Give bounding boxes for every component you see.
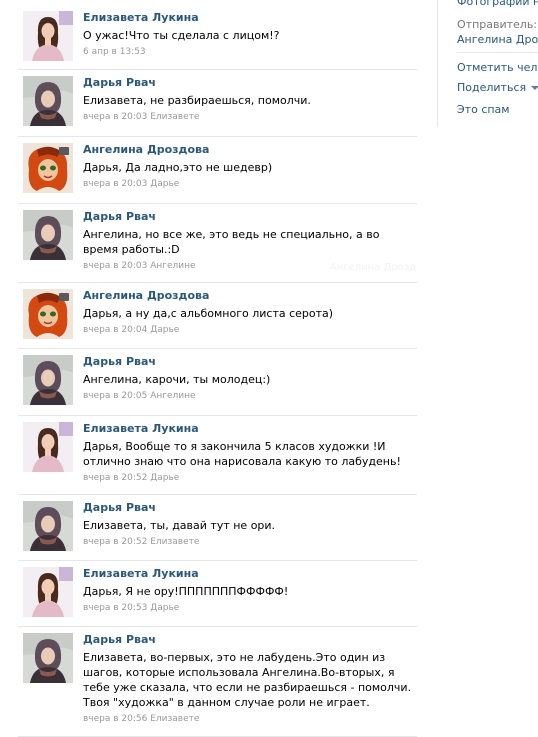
comment-timestamp[interactable]: вчера в 20:05 Ангелине	[83, 390, 413, 402]
share-label: Поделиться	[457, 81, 527, 94]
photos-link[interactable]: Фотографии на	[457, 0, 538, 8]
sidebar-divider	[457, 52, 538, 53]
comment-timestamp[interactable]: вчера в 20:03 Дарье	[83, 178, 413, 190]
comment-timestamp[interactable]: вчера в 20:52 Елизавете	[83, 536, 413, 548]
comment-author-link[interactable]: Дарья Рвач	[83, 76, 413, 90]
comment-item: Дарья Рвач Ангелина, карочи, ты молодец:…	[18, 349, 417, 416]
comment-timestamp[interactable]: вчера в 20:56 Елизавете	[83, 713, 413, 725]
comment-author-link[interactable]: Дарья Рвач	[83, 633, 413, 647]
comment-text: Елизавета, не разбираешься, помолчи.	[83, 94, 311, 107]
comment-item: Дарья Рвач Елизавета, ты, давай тут не о…	[18, 495, 417, 561]
avatar[interactable]	[23, 422, 73, 472]
avatar[interactable]	[23, 210, 73, 260]
comment-timestamp[interactable]: 6 апр в 13:53	[83, 46, 413, 58]
sender-link[interactable]: Ангелина Дрозд	[457, 33, 538, 46]
comment-item: Елизавета Лукина О ужас!Что ты сделала с…	[18, 5, 417, 70]
share-dropdown[interactable]: Поделиться	[457, 81, 538, 94]
comment-text: Елизавета, во-первых, это не лабудень.Эт…	[83, 651, 412, 709]
comment-text: Ангелина, карочи, ты молодец:)	[83, 373, 271, 386]
avatar[interactable]	[23, 289, 73, 339]
comment-item: Ангелина Дроздова Дарья, Да ладно,это не…	[18, 137, 417, 204]
chevron-down-icon	[531, 86, 538, 90]
comment-author-link[interactable]: Елизавета Лукина	[83, 422, 413, 436]
comment-text: Дарья, Я не ору!ПППППППФФФФФ!	[83, 585, 289, 598]
comment-timestamp[interactable]: вчера в 20:52 Дарье	[83, 472, 413, 484]
comment-item: Дарья Рвач Елизавета, во-первых, это не …	[18, 627, 417, 737]
sender-label: Отправитель:	[457, 18, 538, 31]
avatar[interactable]	[23, 11, 73, 61]
comment-text: Дарья, Да ладно,это не шедевр)	[83, 161, 273, 174]
comment-text: Дарья, Вообще то я закончила 5 класов ху…	[83, 440, 401, 468]
avatar[interactable]	[23, 567, 73, 617]
comment-text: О ужас!Что ты сделала с лицом!?	[83, 29, 280, 42]
photo-sidebar: Фотографии на Отправитель: Ангелина Дроз…	[437, 0, 538, 127]
comment-author-link[interactable]: Дарья Рвач	[83, 210, 413, 224]
comment-author-link[interactable]: Дарья Рвач	[83, 355, 413, 369]
comment-item: Ангелина Дроздова Дарья, а ну да,с альбо…	[18, 283, 417, 349]
comment-timestamp[interactable]: вчера в 20:03 Елизавете	[83, 111, 413, 123]
comment-timestamp[interactable]: вчера в 20:04 Дарье	[83, 324, 413, 336]
comment-author-link[interactable]: Елизавета Лукина	[83, 567, 413, 581]
comment-author-link[interactable]: Ангелина Дроздова	[83, 289, 413, 303]
comment-text: Елизавета, ты, давай тут не ори.	[83, 519, 276, 532]
avatar[interactable]	[23, 633, 73, 683]
comment-timestamp[interactable]: вчера в 20:03 Ангелине	[83, 260, 413, 272]
comment-author-link[interactable]: Ангелина Дроздова	[83, 143, 413, 157]
comment-item: Дарья Рвач Елизавета, не разбираешься, п…	[18, 70, 417, 137]
mark-people-link[interactable]: Отметить челов	[457, 61, 538, 74]
comment-text: Дарья, а ну да,с альбомного листа серота…	[83, 307, 334, 320]
comments-list: Елизавета Лукина О ужас!Что ты сделала с…	[18, 5, 417, 737]
avatar[interactable]	[23, 501, 73, 551]
comment-author-link[interactable]: Елизавета Лукина	[83, 11, 413, 25]
report-spam-link[interactable]: Это спам	[457, 103, 510, 116]
comment-timestamp[interactable]: вчера в 20:53 Дарье	[83, 602, 413, 614]
avatar[interactable]	[23, 143, 73, 193]
comment-item: Дарья Рвач Ангелина, но все же, это ведь…	[18, 204, 417, 283]
avatar[interactable]	[23, 76, 73, 126]
comment-text: Ангелина, но все же, это ведь не специал…	[83, 228, 380, 256]
comment-author-link[interactable]: Дарья Рвач	[83, 501, 413, 515]
comment-item: Елизавета Лукина Дарья, Вообще то я зако…	[18, 416, 417, 495]
avatar[interactable]	[23, 355, 73, 405]
comment-item: Елизавета Лукина Дарья, Я не ору!ППППППП…	[18, 561, 417, 627]
